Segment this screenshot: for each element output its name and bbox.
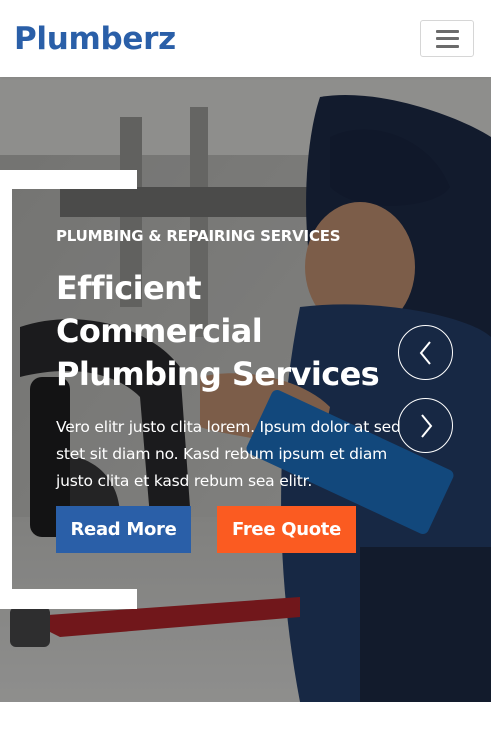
carousel-prev-button[interactable]	[398, 325, 453, 380]
hero-carousel: PLUMBING & REPAIRING SERVICES Efficient …	[0, 77, 491, 702]
decorative-frame-top	[0, 170, 137, 189]
hamburger-menu-icon	[435, 29, 459, 48]
free-quote-button[interactable]: Free Quote	[217, 506, 356, 553]
hero-eyebrow: PLUMBING & REPAIRING SERVICES	[56, 227, 341, 245]
hero-headline: Efficient Commercial Plumbing Services	[56, 267, 416, 396]
decorative-frame-left	[0, 170, 12, 609]
chevron-left-icon	[419, 340, 431, 365]
decorative-frame-bottom	[0, 589, 137, 609]
hero-lead-text: Vero elitr justo clita lorem. Ipsum dolo…	[56, 418, 401, 490]
hero-caption: PLUMBING & REPAIRING SERVICES Efficient …	[56, 226, 416, 495]
hero-headline-line1: Efficient Commercial	[56, 269, 263, 350]
menu-toggle-button[interactable]	[420, 20, 474, 57]
hero-headline-line2: Plumbing Services	[56, 355, 380, 393]
chevron-right-icon	[420, 413, 432, 438]
read-more-button[interactable]: Read More	[56, 506, 191, 553]
navbar: Plumberz	[0, 0, 491, 77]
brand-logo[interactable]: Plumberz	[14, 21, 176, 57]
hero-buttons: Read More Free Quote	[56, 506, 356, 553]
carousel-next-button[interactable]	[398, 398, 453, 453]
